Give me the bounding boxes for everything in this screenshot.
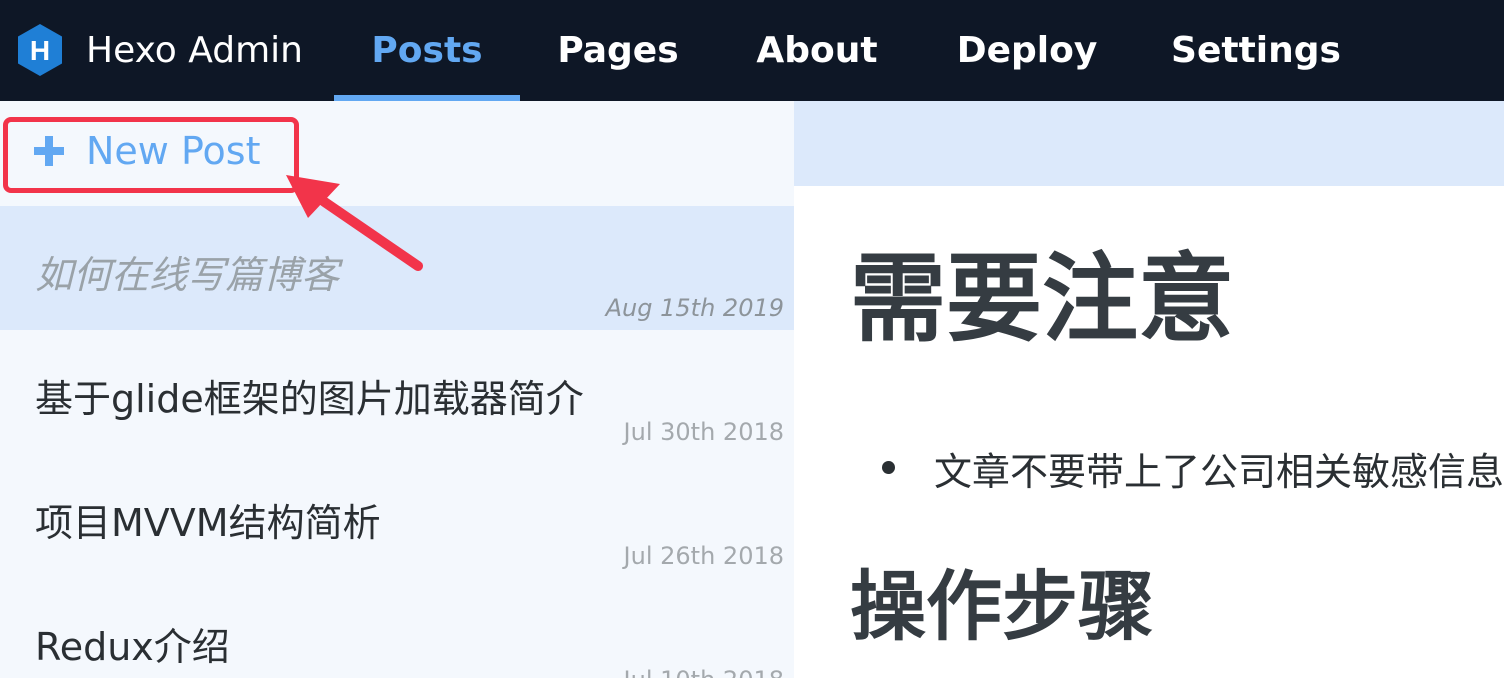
post-date: Aug 15th 2019	[605, 294, 784, 322]
hexo-logo-icon: H	[18, 24, 62, 76]
post-list-item[interactable]: 基于glide框架的图片加载器简介 Jul 30th 2018	[0, 330, 794, 454]
post-title: 基于glide框架的图片加载器简介	[35, 377, 584, 421]
post-list-item[interactable]: Redux介绍 Jul 10th 2018	[0, 578, 794, 678]
post-title: Redux介绍	[35, 625, 230, 669]
tab-about[interactable]: About	[738, 0, 896, 101]
post-title: 项目MVVM结构简析	[35, 501, 381, 545]
posts-sidebar: New Post 如何在线写篇博客 Aug 15th 2019 基于glide框…	[0, 101, 794, 678]
preview-heading: 需要注意	[850, 243, 1234, 355]
post-title: 如何在线写篇博客	[35, 253, 340, 297]
preview-bullet-item: 文章不要带上了公司相关敏感信息	[882, 441, 1504, 496]
svg-text:H: H	[30, 35, 50, 66]
post-date: Jul 10th 2018	[624, 666, 784, 678]
new-post-button[interactable]: New Post	[0, 101, 794, 206]
post-list-item[interactable]: 如何在线写篇博客 Aug 15th 2019	[0, 206, 794, 330]
post-preview: 需要注意 文章不要带上了公司相关敏感信息 操作步骤	[794, 101, 1504, 678]
post-list: 如何在线写篇博客 Aug 15th 2019 基于glide框架的图片加载器简介…	[0, 206, 794, 678]
plus-icon	[34, 136, 64, 166]
top-navbar: H Hexo Admin Posts Pages About Deploy Se…	[0, 0, 1504, 101]
new-post-label: New Post	[86, 129, 261, 173]
tab-settings[interactable]: Settings	[1154, 0, 1358, 101]
preview-toolbar	[794, 101, 1504, 186]
post-list-item[interactable]: 项目MVVM结构简析 Jul 26th 2018	[0, 454, 794, 578]
tab-pages[interactable]: Pages	[540, 0, 696, 101]
tab-deploy[interactable]: Deploy	[938, 0, 1116, 101]
post-date: Jul 26th 2018	[623, 542, 784, 570]
tab-posts[interactable]: Posts	[334, 0, 520, 101]
app-name: Hexo Admin	[86, 29, 303, 71]
post-date: Jul 30th 2018	[623, 418, 784, 446]
brand[interactable]: H Hexo Admin	[16, 22, 303, 78]
new-post-content[interactable]: New Post	[32, 129, 260, 173]
preview-bullet-list: 文章不要带上了公司相关敏感信息	[882, 441, 1504, 496]
preview-subheading: 操作步骤	[850, 562, 1154, 651]
